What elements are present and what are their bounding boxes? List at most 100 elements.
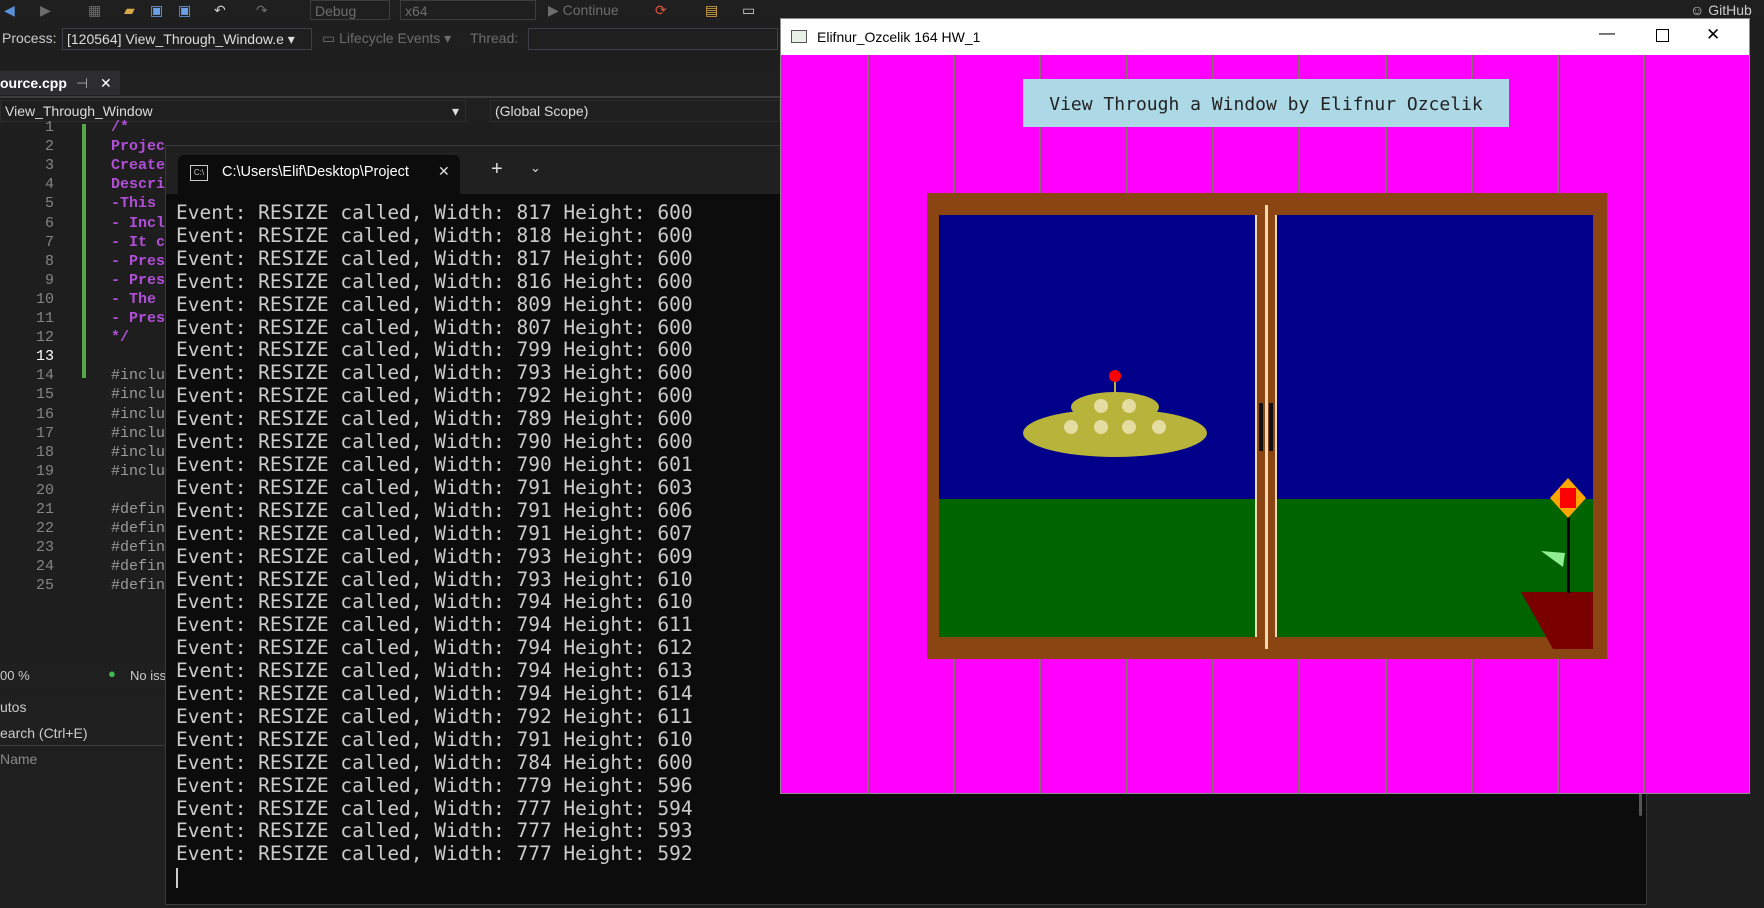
terminal-line: Event: RESIZE called, Width: 792 Height:…	[176, 704, 693, 728]
line-number: 4	[44, 176, 54, 194]
change-indicator	[82, 124, 86, 378]
code-line[interactable]: - Pres	[111, 253, 165, 270]
code-line[interactable]: #inclu	[111, 463, 165, 480]
code-line[interactable]: #inclu	[111, 367, 165, 384]
line-number: 17	[35, 424, 54, 442]
new-item-icon[interactable]: ▦	[88, 1, 101, 19]
maximize-icon[interactable]	[1656, 29, 1669, 42]
terminal-line: Event: RESIZE called, Width: 793 Height:…	[176, 567, 693, 591]
code-line[interactable]: #inclu	[111, 386, 165, 403]
terminal-line: Event: RESIZE called, Width: 794 Height:…	[176, 659, 693, 683]
autos-search-input[interactable]: earch (Ctrl+E)	[0, 721, 170, 746]
chevron-down-icon[interactable]: ⌄	[530, 160, 541, 176]
platform-value: x64	[405, 3, 428, 19]
code-line[interactable]: - Pres	[111, 310, 165, 327]
code-line[interactable]: #defin	[111, 577, 165, 594]
line-number: 22	[35, 520, 54, 538]
pin-icon[interactable]: ⊣	[76, 71, 88, 95]
terminal-line: Event: RESIZE called, Width: 789 Height:…	[176, 407, 693, 431]
document-tabstrip: ource.cpp ⊣ ✕	[0, 68, 780, 98]
redo-icon[interactable]: ↷	[256, 1, 268, 19]
undo-icon[interactable]: ↶	[214, 1, 226, 19]
terminal-line: Event: RESIZE called, Width: 799 Height:…	[176, 338, 693, 362]
line-number: 6	[44, 214, 54, 232]
terminal-line: Event: RESIZE called, Width: 817 Height:…	[176, 201, 693, 224]
code-line[interactable]: Projec	[111, 138, 165, 155]
line-number: 24	[35, 558, 54, 576]
close-tab-icon[interactable]: ✕	[100, 71, 112, 95]
code-line[interactable]: Descri	[111, 176, 165, 193]
terminal-line: Event: RESIZE called, Width: 790 Height:…	[176, 430, 693, 454]
code-line[interactable]: - Incl	[111, 215, 165, 232]
line-number: 3	[44, 157, 54, 175]
layout-icon[interactable]: ▭	[742, 1, 755, 19]
code-line[interactable]: #inclu	[111, 425, 165, 442]
new-tab-icon[interactable]: +	[491, 158, 503, 181]
terminal-line: Event: RESIZE called, Width: 790 Height:…	[176, 452, 693, 476]
sky-right	[1277, 215, 1593, 499]
code-line[interactable]: -This	[111, 195, 165, 212]
tab-source-cpp[interactable]: ource.cpp ⊣ ✕	[0, 71, 120, 95]
plank-line	[867, 55, 869, 793]
line-number: 21	[35, 501, 54, 518]
forward-icon[interactable]: ▶	[40, 1, 51, 19]
window-titlebar: Elifnur_Ozcelik 164 HW_1 — ✕	[781, 19, 1749, 55]
diagnostic-icon[interactable]: ▤	[705, 1, 718, 19]
opengl-canvas[interactable]: View Through a Window by Elifnur Ozcelik	[781, 55, 1749, 793]
terminal-line: Event: RESIZE called, Width: 794 Height:…	[176, 682, 693, 706]
code-line[interactable]: #defin	[111, 539, 165, 556]
handle-left	[1259, 403, 1263, 451]
code-editor[interactable]: 1 2 3 4 5 6 7 8 9 10 11 12 13 14 15 16 17 18 19 20 21 22 23 24 2…	[0, 119, 170, 664]
platform-combo[interactable]: x64	[400, 0, 536, 20]
line-number: 12	[35, 329, 54, 347]
minimize-icon[interactable]: —	[1599, 25, 1615, 43]
code-line[interactable]: #inclu	[111, 406, 165, 423]
zoom-level[interactable]: 00 %	[0, 668, 30, 683]
code-line[interactable]: #defin	[111, 558, 165, 575]
code-line[interactable]: */	[111, 329, 129, 346]
code-line[interactable]: #defin	[111, 501, 165, 518]
lifecycle-events-button[interactable]: ▭ Lifecycle Events ▾	[322, 30, 451, 47]
back-icon[interactable]: ◀	[4, 1, 15, 19]
terminal-line: Event: RESIZE called, Width: 809 Height:…	[176, 292, 693, 316]
code-line[interactable]: - Pres	[111, 272, 165, 289]
code-line[interactable]: #defin	[111, 520, 165, 537]
line-number: 14	[35, 367, 54, 385]
code-line[interactable]: /*	[111, 119, 129, 136]
terminal-line: Event: RESIZE called, Width: 784 Height:…	[176, 750, 693, 774]
terminal-line: Event: RESIZE called, Width: 777 Height:…	[176, 819, 693, 843]
ufo-antenna-light	[1109, 370, 1121, 382]
terminal-line: Event: RESIZE called, Width: 777 Height:…	[176, 842, 693, 866]
check-icon: ●	[108, 666, 116, 681]
cmd-icon: C:\	[190, 165, 208, 181]
flower-center	[1560, 488, 1576, 508]
scope-combo[interactable]: (Global Scope)	[490, 100, 780, 122]
flower-stem	[1567, 517, 1570, 593]
project-combo[interactable]: View_Through_Window ▾	[0, 100, 466, 122]
config-combo[interactable]: Debug	[310, 0, 390, 20]
editor-status-bar: 00 % ● No iss	[0, 664, 170, 688]
hot-reload-icon[interactable]: ⟳	[655, 1, 667, 19]
terminal-line: Event: RESIZE called, Width: 793 Height:…	[176, 544, 693, 568]
save-all-icon[interactable]: ▣	[178, 1, 191, 19]
terminal-line: Event: RESIZE called, Width: 794 Height:…	[176, 613, 693, 637]
terminal-output[interactable]: Event: RESIZE called, Width: 817 Height:…	[176, 201, 693, 866]
thread-combo[interactable]	[528, 28, 778, 50]
issues-status[interactable]: No iss	[130, 668, 166, 683]
code-line[interactable]: - The	[111, 291, 165, 308]
save-icon[interactable]: ▣	[150, 1, 163, 19]
terminal-tab[interactable]: C:\ C:\Users\Elif\Desktop\Project ✕	[178, 155, 460, 194]
code-line[interactable]: - It c	[111, 234, 165, 251]
chevron-down-icon: ▾	[451, 103, 459, 119]
code-line[interactable]: #inclu	[111, 444, 165, 461]
line-number: 23	[35, 539, 54, 557]
github-copilot-button[interactable]: ☺ GitHub	[1690, 1, 1752, 19]
close-icon[interactable]: ✕	[1706, 25, 1720, 45]
continue-button[interactable]: ▶ Continue	[548, 1, 619, 19]
process-combo[interactable]: [120564] View_Through_Window.e ▾	[62, 28, 312, 50]
close-tab-icon[interactable]: ✕	[438, 163, 450, 180]
line-number: 9	[44, 271, 54, 289]
open-folder-icon[interactable]: ▰	[124, 1, 135, 19]
code-line[interactable]: Create	[111, 157, 165, 174]
terminal-line: Event: RESIZE called, Width: 816 Height:…	[176, 269, 693, 293]
